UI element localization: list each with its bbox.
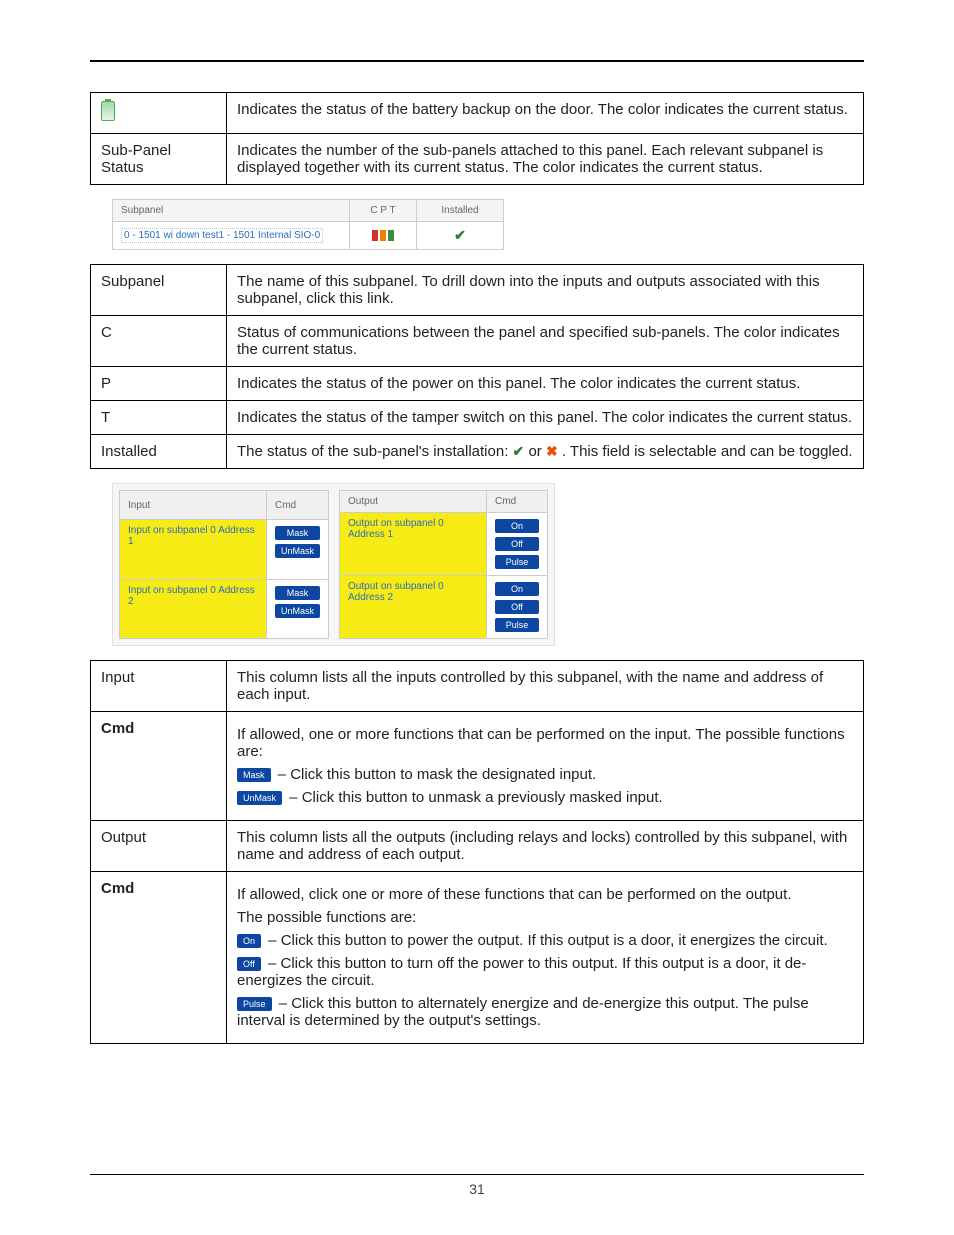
definition-table-2: Subpanel The name of this subpanel. To d… [90,264,864,469]
input-table: Input Cmd Input on subpanel 0 Address 1 … [119,490,329,639]
pulse-button[interactable]: Pulse [495,555,539,569]
col-cmd: Cmd [267,491,329,520]
output-row-2: Output on subpanel 0 Address 2 [340,576,487,639]
off-button[interactable]: Off [495,537,539,551]
unmask-button[interactable]: UnMask [275,604,320,618]
on-button[interactable]: On [495,582,539,596]
io-wrap: Input Cmd Input on subpanel 0 Address 1 … [112,483,555,646]
bottom-rule [90,1174,864,1175]
mask-button[interactable]: Mask [275,526,320,540]
t3-cmd-input-desc: If allowed, one or more functions that c… [227,712,864,821]
output-table: Output Cmd Output on subpanel 0 Address … [339,490,548,639]
cpt-cell [350,222,417,250]
t3-output-label: Output [91,821,227,872]
t3-input-desc: This column lists all the inputs control… [227,661,864,712]
col-installed: Installed [417,200,504,222]
status-p-icon [380,230,386,241]
output-cmd-1: On Off Pulse [487,513,548,576]
top-rule [90,60,864,62]
col-cpt: C P T [350,200,417,222]
t3-cmd-input-p3-text: – Click this button to unmask a previous… [285,789,663,806]
output-link-1[interactable]: Output on subpanel 0 Address 1 [348,518,444,540]
t2-installed-desc: The status of the sub-panel's installati… [227,435,864,469]
t3-cmd-output-label: Cmd [91,872,227,1044]
t3-cmd-output-p3: On – Click this button to power the outp… [237,932,853,949]
t2-subpanel-label: Subpanel [91,265,227,316]
x-icon: ✖ [546,443,558,459]
subpanel-row-name: 0 - 1501 wi down test1 - 1501 Internal S… [113,222,350,250]
t2-t-desc: Indicates the status of the tamper switc… [227,401,864,435]
input-cmd-1: Mask UnMask [267,520,329,579]
input-link-1[interactable]: Input on subpanel 0 Address 1 [128,525,255,547]
mask-button[interactable]: Mask [237,768,271,782]
on-button[interactable]: On [237,934,261,948]
subpanel-status-desc: Indicates the number of the sub-panels a… [227,134,864,185]
output-cmd-2: On Off Pulse [487,576,548,639]
status-c-icon [372,230,378,241]
page: Indicates the status of the battery back… [0,0,954,1235]
t3-output-desc: This column lists all the outputs (inclu… [227,821,864,872]
input-cmd-2: Mask UnMask [267,579,329,638]
t3-input-label: Input [91,661,227,712]
t3-cmd-output-p1: If allowed, click one or more of these f… [237,886,853,903]
t2-installed-label: Installed [91,435,227,469]
t3-cmd-input-p3: UnMask – Click this button to unmask a p… [237,789,853,806]
pulse-button[interactable]: Pulse [495,618,539,632]
t3-cmd-output-p2: The possible functions are: [237,909,853,926]
input-link-2[interactable]: Input on subpanel 0 Address 2 [128,585,255,607]
t2-t-label: T [91,401,227,435]
output-row-1: Output on subpanel 0 Address 1 [340,513,487,576]
t3-cmd-input-p1: If allowed, one or more functions that c… [237,726,853,760]
t3-cmd-output-p4-text: – Click this button to turn off the powe… [237,955,806,989]
io-illustration: Input Cmd Input on subpanel 0 Address 1 … [112,483,864,646]
subpanel-link[interactable]: 0 - 1501 wi down test1 - 1501 Internal S… [121,228,323,243]
off-button[interactable]: Off [237,957,261,971]
battery-icon [101,101,115,121]
t3-cmd-output-desc: If allowed, click one or more of these f… [227,872,864,1044]
col-input: Input [120,491,267,520]
subpanel-illustration: Subpanel C P T Installed 0 - 1501 wi dow… [112,199,864,250]
input-row-2: Input on subpanel 0 Address 2 [120,579,267,638]
t2-c-label: C [91,316,227,367]
input-row-1: Input on subpanel 0 Address 1 [120,520,267,579]
t3-cmd-input-p2-text: – Click this button to mask the designat… [274,766,597,783]
check-icon: ✔ [513,443,525,459]
pulse-button[interactable]: Pulse [237,997,272,1011]
battery-row-label [91,93,227,134]
t3-cmd-input-label: Cmd [91,712,227,821]
subpanel-preview-table: Subpanel C P T Installed 0 - 1501 wi dow… [112,199,504,250]
page-number: 31 [0,1181,954,1197]
t2-subpanel-desc: The name of this subpanel. To drill down… [227,265,864,316]
t2-installed-text-b: or [528,443,546,460]
status-t-icon [388,230,394,241]
check-icon: ✔ [454,227,466,243]
col-subpanel: Subpanel [113,200,350,222]
definition-table-1: Indicates the status of the battery back… [90,92,864,185]
t2-p-label: P [91,367,227,401]
subpanel-status-label: Sub-Panel Status [91,134,227,185]
definition-table-3: Input This column lists all the inputs c… [90,660,864,1044]
unmask-button[interactable]: UnMask [237,791,282,805]
t2-p-desc: Indicates the status of the power on thi… [227,367,864,401]
on-button[interactable]: On [495,519,539,533]
battery-row-desc: Indicates the status of the battery back… [227,93,864,134]
unmask-button[interactable]: UnMask [275,544,320,558]
output-link-2[interactable]: Output on subpanel 0 Address 2 [348,581,444,603]
t3-cmd-output-p5: Pulse – Click this button to alternately… [237,995,853,1029]
t2-installed-text-a: The status of the sub-panel's installati… [237,443,513,460]
t3-cmd-input-p2: Mask – Click this button to mask the des… [237,766,853,783]
t3-cmd-output-p4: Off – Click this button to turn off the … [237,955,853,989]
t2-c-desc: Status of communications between the pan… [227,316,864,367]
t3-cmd-output-p3-text: – Click this button to power the output.… [264,932,828,949]
mask-button[interactable]: Mask [275,586,320,600]
col-cmd: Cmd [487,491,548,513]
t3-cmd-output-p5-text: – Click this button to alternately energ… [237,995,809,1029]
installed-cell: ✔ [417,222,504,250]
off-button[interactable]: Off [495,600,539,614]
col-output: Output [340,491,487,513]
t2-installed-text-c: . This field is selectable and can be to… [562,443,853,460]
